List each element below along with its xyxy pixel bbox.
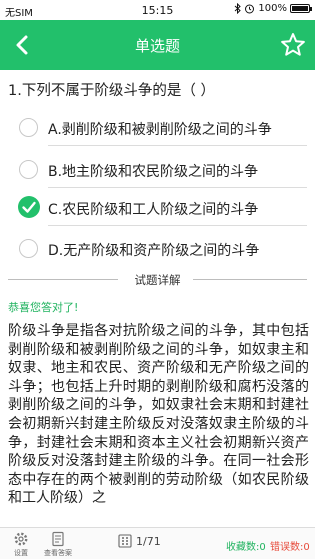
battery-icon — [290, 4, 312, 13]
grid-icon — [118, 534, 132, 548]
status-bar: 无SIM 15:15 100% — [0, 0, 315, 20]
answer-sheet-icon — [52, 531, 64, 547]
nav-bar: 单选题 — [0, 20, 315, 70]
option-a[interactable]: A.剥削阶级和被剥削阶级之间的斗争 — [0, 110, 315, 146]
option-label: B.地主阶级和农民阶级之间的斗争 — [48, 164, 259, 180]
explanation-text: 阶级斗争是指各对抗阶级之间的斗争，其中包括剥削阶级和被剥削阶级之间的斗争，如奴隶… — [8, 323, 309, 507]
view-answer-label: 查看答案 — [44, 549, 72, 557]
alarm-icon — [245, 4, 255, 14]
question-text: 1.下列不属于阶级斗争的是（ ） — [8, 83, 215, 99]
status-icons: 100% — [234, 3, 312, 14]
page-title: 单选题 — [134, 37, 180, 55]
radio-icon — [19, 118, 38, 137]
gear-icon — [14, 532, 28, 546]
checkmark-icon — [18, 196, 40, 218]
option-label: D.无产阶级和资产阶级之间的斗争 — [48, 243, 260, 259]
divider — [193, 279, 307, 280]
option-c[interactable]: C.农民阶级和工人阶级之间的斗争 — [0, 190, 315, 226]
battery-percent: 100% — [258, 3, 287, 14]
settings-label: 设置 — [14, 549, 28, 557]
bottom-toolbar: 设置 查看答案 1/71 收藏数:0 错误数:0 — [0, 527, 315, 559]
divider — [48, 145, 307, 146]
option-d[interactable]: D.无产阶级和资产阶级之间的斗争 — [0, 231, 315, 267]
option-label: C.农民阶级和工人阶级之间的斗争 — [48, 202, 259, 218]
page-indicator[interactable]: 1/71 — [118, 534, 161, 548]
view-answer-button[interactable]: 查看答案 — [43, 531, 73, 558]
divider — [48, 225, 307, 226]
option-b[interactable]: B.地主阶级和农民阶级之间的斗争 — [0, 152, 315, 188]
radio-icon — [19, 239, 38, 258]
detail-heading-text: 试题详解 — [134, 273, 181, 287]
collect-count: 收藏数:0 — [226, 542, 266, 553]
divider — [48, 187, 307, 188]
detail-heading: 试题详解 — [0, 272, 315, 287]
option-label: A.剥削阶级和被剥削阶级之间的斗争 — [48, 122, 272, 138]
radio-icon — [19, 160, 38, 179]
settings-button[interactable]: 设置 — [6, 531, 36, 558]
bluetooth-icon — [235, 3, 242, 14]
page-number: 1/71 — [136, 534, 161, 548]
wrong-count: 错误数:0 — [270, 542, 310, 553]
favorite-star-icon[interactable] — [279, 31, 307, 59]
correct-message: 恭喜您答对了! — [8, 301, 79, 314]
